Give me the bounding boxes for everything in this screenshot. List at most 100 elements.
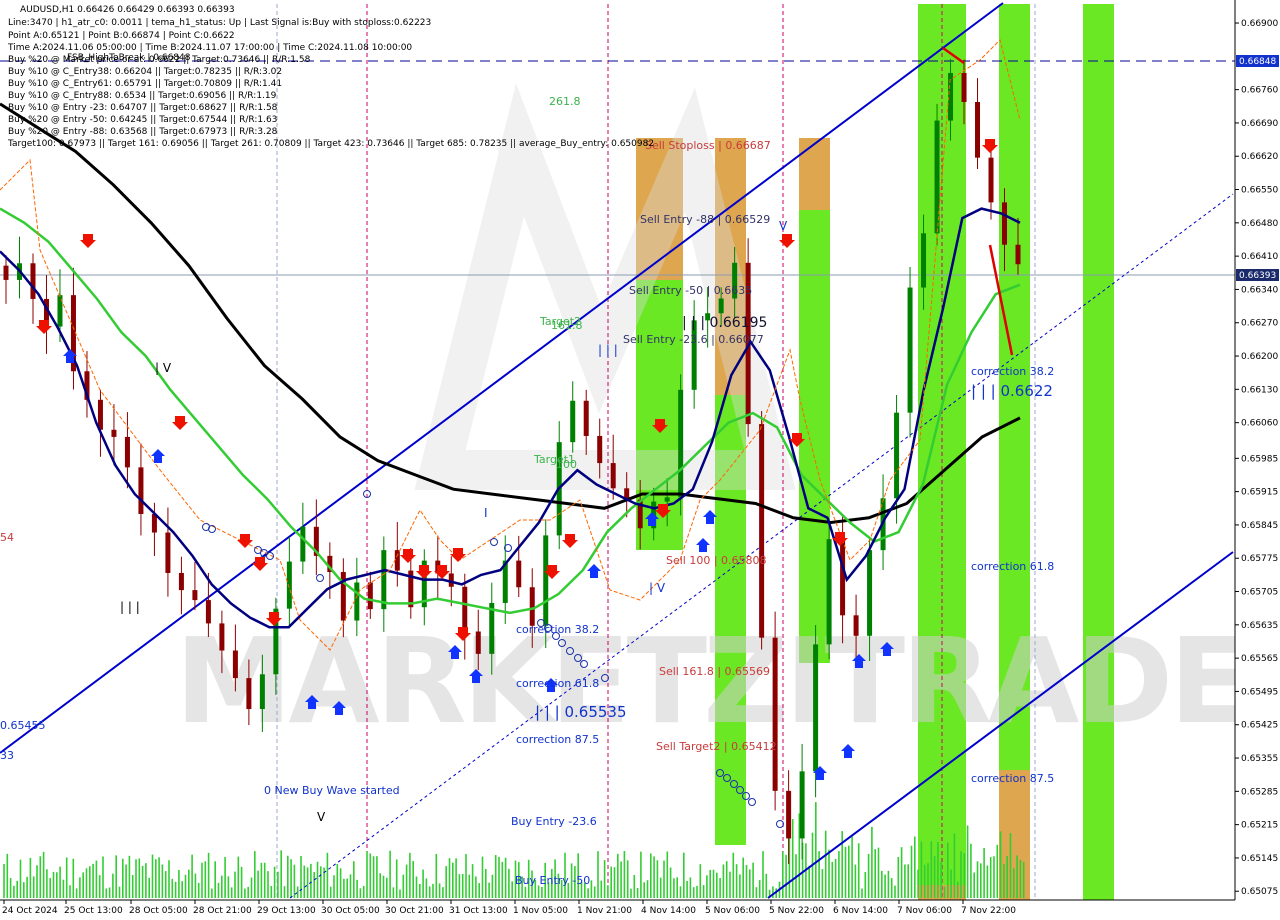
price-tick-label: 0.66690 [1241, 119, 1278, 129]
time-tick-label: 31 Oct 13:00 [449, 906, 508, 916]
annotation-label: 0 New Buy Wave started [264, 784, 400, 797]
candle-body [907, 287, 913, 413]
candle-body [975, 102, 981, 158]
price-tick-label: 0.66340 [1241, 285, 1278, 295]
header-line-11: Target100: 0.67973 || Target 161: 0.6905… [8, 139, 655, 149]
annotation-label: | | | 0.66195 [682, 315, 767, 331]
time-tick-label: 30 Oct 21:00 [385, 906, 444, 916]
header-line-4: Buy %20 @ Market price or at: 0.6622 || … [8, 55, 311, 65]
time-tick-label: 28 Oct 05:00 [129, 906, 188, 916]
time-tick-label: 7 Nov 06:00 [897, 906, 952, 916]
annotation-label: | | | 0.6622 [971, 382, 1053, 400]
candle-body [988, 157, 994, 203]
annotation-label: Sell Entry -23.6 | 0.66077 [623, 333, 764, 346]
candle-body [205, 600, 211, 624]
price-tick-label: 0.65845 [1241, 521, 1278, 531]
annotation-label: Buy Entry -23.6 [511, 815, 597, 828]
candle-body [570, 400, 576, 443]
price-tick-label: 0.66410 [1241, 252, 1278, 262]
left-cut-label: 54 [0, 531, 14, 544]
price-tick-label: 0.65705 [1241, 588, 1278, 598]
candle-body [3, 265, 9, 280]
candle-body [934, 120, 940, 234]
time-tick-label: 28 Oct 21:00 [193, 906, 252, 916]
line-price-label: 0.66848 [1239, 57, 1276, 67]
green-zone-8 [999, 4, 1030, 900]
time-tick-label: 5 Nov 22:00 [769, 906, 824, 916]
annotation-label: V [779, 219, 788, 233]
candle-body [529, 587, 535, 626]
price-tick-label: 0.65775 [1241, 554, 1278, 564]
time-tick-label: 25 Oct 13:00 [64, 906, 123, 916]
price-tick-label: 0.65495 [1241, 687, 1278, 697]
candle-body [232, 650, 238, 679]
header-line-6: Buy %10 @ C_Entry61: 0.65791 || Target:0… [8, 79, 283, 89]
annotation-label: Sell Target2 | 0.65412 [656, 740, 777, 753]
candle-body [894, 412, 900, 499]
annotation-label: correction 38.2 [971, 365, 1054, 378]
price-tick-label: 0.65985 [1241, 454, 1278, 464]
candle-body [381, 550, 387, 610]
header-line-3: Time A:2024.11.06 05:00:00 | Time B:2024… [8, 43, 413, 53]
candle-body [759, 424, 765, 638]
price-chart[interactable]: MARKETZITRADE 261.8 Sell Stoploss | 0.666… [0, 0, 1280, 920]
price-tick-label: 0.66620 [1241, 152, 1278, 162]
annotation-label: 261.8 [549, 95, 581, 108]
symbol-label: AUDUSD,H1 [20, 5, 75, 15]
header-symbol-line: AUDUSD,H1 0.66426 0.66429 0.66393 0.6639… [20, 5, 235, 15]
price-tick-label: 0.65915 [1241, 488, 1278, 498]
annotation-label: correction 87.5 [971, 772, 1054, 785]
header-line-10: Buy %20 @ Entry -88: 0.63568 || Target:0… [8, 127, 278, 137]
time-tick-label: 4 Nov 14:00 [641, 906, 696, 916]
header-line-8: Buy %10 @ Entry -23: 0.64707 || Target:0… [8, 103, 278, 113]
time-tick-label: 7 Nov 22:00 [961, 906, 1016, 916]
annotation-label: Buy Entry -50 [515, 874, 590, 887]
candle-body [610, 463, 616, 489]
header-line-9: Buy %20 @ Entry -50: 0.64245 || Target:0… [8, 115, 278, 125]
candle-body [178, 572, 184, 591]
time-tick-label: 30 Oct 05:00 [321, 906, 380, 916]
candle-body [813, 644, 819, 772]
candle-body [840, 539, 846, 616]
candle-body [786, 790, 792, 839]
candle-body [516, 560, 522, 588]
annotation-label: correction 61.8 [971, 560, 1054, 573]
price-tick-label: 0.65285 [1241, 787, 1278, 797]
candle-body [664, 497, 670, 502]
price-tick-label: 0.66900 [1241, 19, 1278, 29]
candle-body [367, 582, 373, 610]
header-line-7: Buy %10 @ C_Entry88: 0.6534 || Target:0.… [8, 91, 277, 101]
time-tick-label: 6 Nov 14:00 [833, 906, 888, 916]
annotation-label: 100 [556, 458, 577, 471]
annotation-label: | | | [598, 343, 618, 357]
annotation-label: Sell Entry -50 | 0.6635 [629, 284, 752, 297]
candle-body [678, 389, 684, 498]
candle-body [165, 532, 171, 573]
bar-marker-label: | | | [120, 600, 140, 614]
orange-zone-5 [799, 138, 830, 210]
candle-body [799, 771, 805, 839]
price-tick-label: 0.66550 [1241, 186, 1278, 196]
price-tick-label: 0.66270 [1241, 319, 1278, 329]
time-tick-label: 5 Nov 06:00 [705, 906, 760, 916]
candle-body [462, 586, 468, 632]
annotation-label: | | | 0.65535 [535, 703, 627, 721]
candle-body [1015, 244, 1021, 265]
time-tick-label: 24 Oct 2024 [2, 906, 58, 916]
candle-body [111, 429, 117, 437]
watermark-text: MARKETZITRADE [175, 612, 1246, 750]
candle-body [138, 467, 144, 514]
bar-marker-label: | V [155, 361, 172, 375]
candle-body [354, 582, 360, 621]
annotation-label: Sell 161.8 | 0.65569 [659, 665, 770, 678]
annotation-label: correction 87.5 [516, 733, 599, 746]
candle-body [718, 298, 724, 314]
annotation-label: Sell 100 | 0.65808 [666, 554, 767, 567]
green-zone-10 [1083, 4, 1114, 900]
price-tick-label: 0.66130 [1241, 385, 1278, 395]
annotation-label: correction 61.8 [516, 677, 599, 690]
candle-body [772, 637, 778, 791]
candle-body [219, 623, 225, 651]
annotation-label: Sell Entry -88 | 0.66529 [640, 213, 770, 226]
price-tick-label: 0.65215 [1241, 821, 1278, 831]
